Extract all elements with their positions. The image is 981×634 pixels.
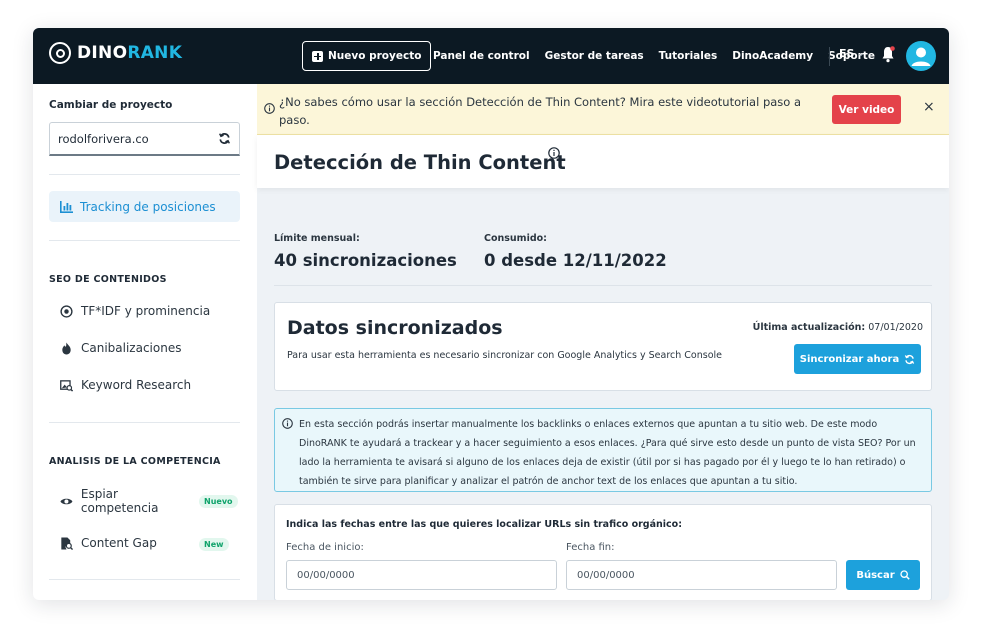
tutorial-banner: ¿No sabes cómo usar la sección Detección… bbox=[257, 84, 949, 135]
logo-text: DINORANK bbox=[77, 43, 183, 63]
search-icon bbox=[899, 570, 910, 580]
project-switch-label: Cambiar de proyecto bbox=[49, 99, 173, 111]
consumed-label: Consumido: bbox=[484, 233, 547, 244]
end-date-input[interactable]: 00/00/0000 bbox=[566, 560, 837, 590]
sync-now-label: Sincronizar ahora bbox=[799, 353, 900, 365]
info-box: En esta sección podrás insertar manualme… bbox=[274, 408, 932, 492]
banner-text: ¿No sabes cómo usar la sección Detección… bbox=[279, 95, 802, 127]
start-date-label: Fecha de inicio: bbox=[286, 542, 364, 553]
sidebar-item-content-gap[interactable]: Content Gap bbox=[60, 536, 157, 550]
new-project-label: Nuevo proyecto bbox=[328, 50, 422, 62]
start-date-input[interactable]: 00/00/0000 bbox=[286, 560, 557, 590]
monthly-limit-label: Límite mensual: bbox=[274, 233, 360, 244]
new-project-button[interactable]: Nuevo proyecto bbox=[302, 41, 432, 71]
sidebar: Cambiar de proyecto rodolforivera.co Tra… bbox=[33, 84, 257, 600]
section-title-competencia: ANALISIS DE LA COMPETENCIA bbox=[49, 456, 221, 467]
section-title-seo: SEO DE CONTENIDOS bbox=[49, 274, 167, 285]
page-header: Detección de Thin Content bbox=[257, 135, 949, 188]
sidebar-item-label: TF*IDF y prominencia bbox=[81, 304, 211, 318]
section-divider bbox=[274, 285, 932, 286]
sidebar-item-tfidf[interactable]: TF*IDF y prominencia bbox=[60, 304, 210, 318]
nav-divider bbox=[829, 47, 830, 66]
eye-icon bbox=[60, 498, 73, 504]
page-title: Detección de Thin Content bbox=[274, 151, 566, 174]
project-selector[interactable]: rodolforivera.co bbox=[49, 122, 240, 156]
bar-chart-icon bbox=[60, 200, 73, 213]
main-content: ¿No sabes cómo usar la sección Detección… bbox=[257, 84, 949, 600]
sync-icon[interactable] bbox=[218, 132, 231, 145]
sidebar-divider bbox=[49, 174, 240, 175]
language-label: ES bbox=[839, 47, 855, 60]
fire-icon bbox=[62, 341, 71, 355]
info-icon bbox=[264, 103, 275, 114]
sync-icon bbox=[905, 354, 915, 364]
project-name: rodolforivera.co bbox=[58, 131, 149, 146]
end-date-label: Fecha fin: bbox=[566, 542, 615, 553]
app-window: DINORANK Nuevo proyecto Panel de control… bbox=[33, 28, 949, 600]
close-icon[interactable]: × bbox=[923, 99, 935, 115]
nav-panel-de-control[interactable]: Panel de control bbox=[433, 50, 530, 62]
monthly-limit-value: 40 sincronizaciones bbox=[274, 251, 457, 270]
sidebar-divider bbox=[49, 579, 240, 580]
new-badge: New bbox=[199, 538, 229, 551]
sidebar-divider bbox=[49, 240, 240, 241]
sync-description: Para usar esta herramienta es necesario … bbox=[287, 350, 723, 361]
last-update-value: 07/01/2020 bbox=[868, 322, 923, 333]
search-button[interactable]: Búscar bbox=[846, 560, 920, 590]
target-icon bbox=[60, 304, 73, 318]
info-text: En esta sección podrás insertar manualme… bbox=[299, 419, 916, 487]
nav-dinoacademy[interactable]: DinoAcademy bbox=[732, 50, 813, 62]
new-badge: Nuevo bbox=[199, 495, 238, 508]
last-update: Última actualización: 07/01/2020 bbox=[753, 322, 923, 333]
sidebar-item-label: Content Gap bbox=[81, 536, 157, 550]
logo-icon bbox=[49, 42, 71, 64]
plus-icon bbox=[312, 50, 323, 62]
consumed-value: 0 desde 12/11/2022 bbox=[484, 251, 667, 270]
sync-card: Datos sincronizados Para usar esta herra… bbox=[274, 302, 932, 391]
last-update-label: Última actualización: bbox=[752, 322, 866, 333]
info-icon[interactable] bbox=[548, 147, 560, 159]
nav-gestor-de-tareas[interactable]: Gestor de tareas bbox=[545, 50, 644, 62]
date-range-title: Indica las fechas entre las que quieres … bbox=[286, 519, 682, 530]
sync-now-button[interactable]: Sincronizar ahora bbox=[794, 344, 921, 374]
info-icon bbox=[282, 418, 293, 429]
main-nav: Panel de control Gestor de tareas Tutori… bbox=[433, 28, 875, 84]
notification-bell-icon[interactable] bbox=[881, 46, 895, 63]
sidebar-item-label: Keyword Research bbox=[81, 378, 192, 392]
sidebar-item-label: Tracking de posiciones bbox=[80, 199, 216, 214]
image-search-icon bbox=[60, 379, 73, 392]
sidebar-item-canibalizaciones[interactable]: Canibalizaciones bbox=[60, 341, 181, 355]
sidebar-item-tracking[interactable]: Tracking de posiciones bbox=[49, 191, 240, 222]
user-icon bbox=[911, 47, 931, 66]
chevron-down-icon: ⌄ bbox=[857, 49, 865, 58]
file-search-icon bbox=[61, 536, 73, 550]
dinorank-logo[interactable]: DINORANK bbox=[49, 42, 182, 64]
language-selector[interactable]: ES ⌄ bbox=[839, 47, 864, 60]
sync-title: Datos sincronizados bbox=[287, 317, 503, 339]
top-navbar: DINORANK Nuevo proyecto Panel de control… bbox=[33, 28, 949, 84]
date-range-card: Indica las fechas entre las que quieres … bbox=[274, 504, 932, 600]
sidebar-divider bbox=[49, 422, 240, 423]
sidebar-item-keyword-research[interactable]: Keyword Research bbox=[60, 378, 191, 392]
nav-tutoriales[interactable]: Tutoriales bbox=[659, 50, 718, 62]
user-avatar[interactable] bbox=[906, 41, 936, 71]
sidebar-item-label: Canibalizaciones bbox=[81, 341, 182, 355]
sidebar-item-label: Espiar competencia bbox=[80, 487, 159, 515]
sidebar-item-espiar-competencia[interactable]: Espiar competencia bbox=[60, 487, 170, 515]
search-label: Búscar bbox=[856, 569, 895, 581]
watch-video-button[interactable]: Ver video bbox=[832, 95, 901, 124]
